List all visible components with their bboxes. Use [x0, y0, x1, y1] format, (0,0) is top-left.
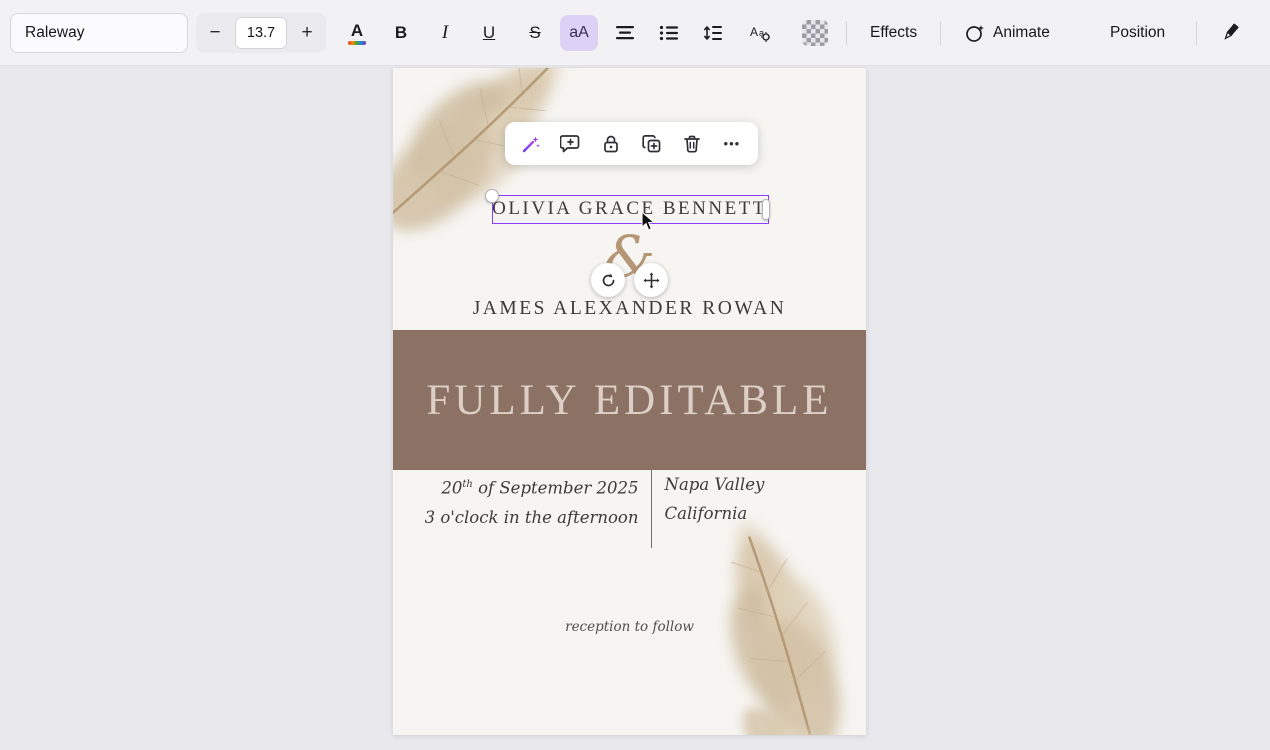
- venue-line: Napa Valley: [665, 470, 837, 499]
- delete-button[interactable]: [675, 127, 709, 161]
- lock-button[interactable]: [594, 127, 628, 161]
- selection-corner-handle[interactable]: [485, 189, 499, 203]
- trash-icon: [681, 133, 703, 155]
- font-size-input[interactable]: 13.7: [235, 17, 287, 49]
- groom-name-text[interactable]: JAMES ALEXANDER ROWAN: [393, 298, 866, 320]
- animate-button[interactable]: Animate: [952, 13, 1062, 53]
- location-text[interactable]: Napa Valley California: [652, 470, 837, 548]
- transparency-icon: [802, 20, 828, 46]
- text-selection-box[interactable]: [492, 195, 769, 224]
- bulleted-list-button[interactable]: [650, 15, 688, 51]
- selection-side-handle[interactable]: [762, 199, 770, 220]
- details-section: 20th of September 2025 3 o'clock in the …: [393, 470, 866, 548]
- animate-label: Animate: [993, 24, 1050, 42]
- ellipsis-icon: •••: [724, 136, 741, 151]
- text-color-button[interactable]: A: [338, 15, 376, 51]
- letter-spacing-button[interactable]: A a: [740, 15, 778, 51]
- move-handle[interactable]: [634, 263, 668, 297]
- pen-icon: [1217, 20, 1243, 46]
- more-options-button[interactable]: •••: [715, 127, 749, 161]
- date-line: 20th of September 2025: [423, 470, 639, 503]
- font-family-selector[interactable]: Raleway: [10, 13, 188, 53]
- effects-button[interactable]: Effects: [858, 13, 929, 53]
- comment-button[interactable]: [554, 127, 588, 161]
- letter-spacing-icon: A a: [748, 24, 770, 42]
- font-size-decrease-button[interactable]: −: [196, 13, 234, 53]
- design-canvas[interactable]: OLIVIA GRACE BENNETT & JAMES ALEXANDER R…: [0, 66, 1270, 750]
- bulleted-list-icon: [659, 25, 679, 41]
- ampersand-text[interactable]: &: [393, 226, 866, 290]
- toolbar-divider: [940, 21, 941, 45]
- text-color-icon: A: [348, 22, 366, 45]
- magic-wand-icon: [520, 133, 542, 155]
- toolbar-divider: [846, 21, 847, 45]
- rotate-handle[interactable]: [591, 263, 625, 297]
- position-button[interactable]: Position: [1098, 13, 1177, 53]
- comment-plus-icon: [560, 133, 582, 155]
- line-spacing-icon: [703, 24, 723, 42]
- line-spacing-button[interactable]: [694, 15, 732, 51]
- font-size-increase-button[interactable]: +: [288, 13, 326, 53]
- strikethrough-button[interactable]: S: [516, 15, 554, 51]
- transparency-button[interactable]: [796, 15, 834, 51]
- state-line: California: [665, 499, 837, 528]
- bold-button[interactable]: B: [382, 15, 420, 51]
- banner-text: FULLY EDITABLE: [426, 376, 832, 425]
- duplicate-icon: [641, 133, 663, 155]
- align-center-icon: [615, 25, 635, 41]
- element-context-toolbar: •••: [505, 122, 758, 165]
- font-size-stepper: − 13.7 +: [196, 13, 326, 53]
- animate-icon: [964, 22, 986, 44]
- italic-button[interactable]: I: [426, 15, 464, 51]
- magic-edit-button[interactable]: [514, 127, 548, 161]
- svg-text:A: A: [750, 25, 758, 39]
- top-toolbar: Raleway − 13.7 + A B I U S aA: [0, 0, 1270, 66]
- text-case-button[interactable]: aA: [560, 15, 598, 51]
- underline-button[interactable]: U: [470, 15, 508, 51]
- lock-icon: [600, 133, 622, 155]
- draw-tool-button[interactable]: [1206, 15, 1254, 51]
- font-family-value: Raleway: [25, 24, 84, 42]
- time-line: 3 o'clock in the afternoon: [423, 503, 639, 532]
- date-time-text[interactable]: 20th of September 2025 3 o'clock in the …: [423, 470, 651, 548]
- toolbar-divider: [1196, 21, 1197, 45]
- banner-block[interactable]: FULLY EDITABLE: [393, 330, 866, 470]
- rotate-icon: [600, 272, 617, 289]
- invitation-page[interactable]: OLIVIA GRACE BENNETT & JAMES ALEXANDER R…: [393, 68, 866, 735]
- alignment-button[interactable]: [606, 15, 644, 51]
- move-icon: [643, 272, 660, 289]
- reception-text[interactable]: reception to follow: [393, 619, 866, 635]
- duplicate-button[interactable]: [635, 127, 669, 161]
